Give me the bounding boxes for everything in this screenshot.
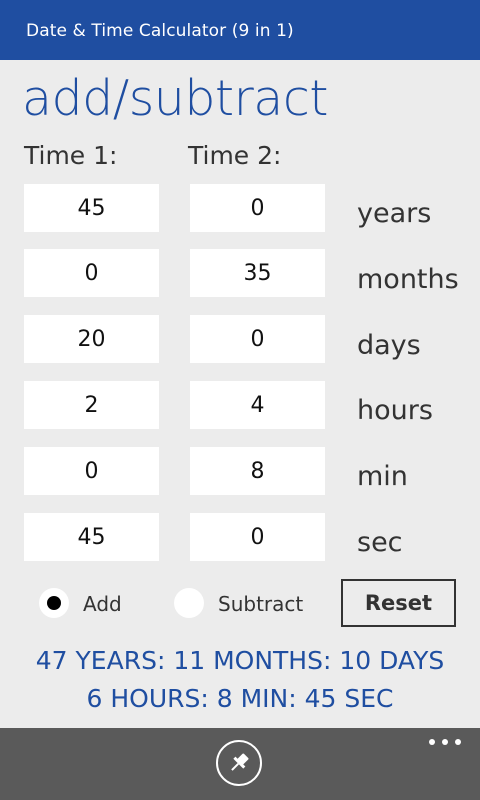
time2-hours-input[interactable] — [190, 381, 325, 429]
time2-header: Time 2: — [188, 141, 282, 170]
result-line-2: 6 HOURS: 8 MIN: 45 SEC — [86, 684, 394, 713]
time2-min-input[interactable] — [190, 447, 325, 495]
subtract-radio[interactable] — [174, 588, 204, 618]
add-label[interactable]: Add — [83, 592, 122, 616]
time2-days-input[interactable] — [190, 315, 325, 363]
app-bar — [0, 728, 480, 800]
radio-selected-dot — [47, 596, 61, 610]
title-bar: Date & Time Calculator (9 in 1) — [0, 0, 480, 60]
time1-header: Time 1: — [24, 141, 118, 170]
time1-months-input[interactable] — [24, 249, 159, 297]
time2-months-input[interactable] — [190, 249, 325, 297]
pin-icon — [231, 753, 249, 771]
time1-sec-input[interactable] — [24, 513, 159, 561]
result-line-1: 47 YEARS: 11 MONTHS: 10 DAYS — [35, 646, 445, 675]
unit-label-years: years — [357, 198, 432, 229]
add-radio[interactable] — [39, 588, 69, 618]
unit-label-months: months — [357, 264, 459, 295]
unit-label-hours: hours — [357, 395, 433, 426]
time1-min-input[interactable] — [24, 447, 159, 495]
unit-label-days: days — [357, 330, 421, 361]
subtract-label[interactable]: Subtract — [218, 592, 303, 616]
page-heading: add/subtract — [22, 70, 328, 127]
time1-hours-input[interactable] — [24, 381, 159, 429]
time1-years-input[interactable] — [24, 184, 159, 232]
more-icon[interactable] — [427, 734, 463, 750]
reset-button[interactable]: Reset — [341, 579, 456, 627]
pin-button[interactable] — [216, 740, 262, 786]
time1-days-input[interactable] — [24, 315, 159, 363]
unit-label-sec: sec — [357, 527, 403, 558]
time2-years-input[interactable] — [190, 184, 325, 232]
app-title: Date & Time Calculator (9 in 1) — [26, 21, 294, 41]
unit-label-min: min — [357, 461, 408, 492]
time2-sec-input[interactable] — [190, 513, 325, 561]
